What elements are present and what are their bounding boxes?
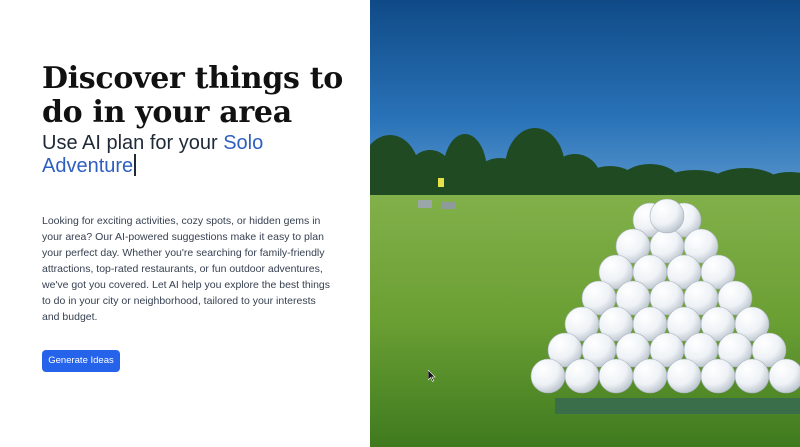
- golf-ball: [768, 358, 800, 394]
- subtitle-prefix: Use AI plan for your: [42, 132, 224, 154]
- golf-ball: [564, 358, 600, 394]
- mouse-pointer-icon: [428, 370, 436, 382]
- golf-ball: [598, 358, 634, 394]
- golf-ball: [666, 358, 702, 394]
- hero-text-panel: Discover things to do in your area Use A…: [0, 0, 370, 447]
- hero-subtitle: Use AI plan for your Solo Adventure: [42, 132, 352, 177]
- golf-ball: [649, 198, 685, 234]
- page-title: Discover things to do in your area: [42, 61, 344, 131]
- generate-ideas-button[interactable]: Generate Ideas: [42, 350, 120, 372]
- typing-caret: [134, 154, 136, 176]
- golf-ball: [530, 358, 566, 394]
- golf-ball: [700, 358, 736, 394]
- golf-ball: [632, 358, 668, 394]
- golf-ball: [734, 358, 770, 394]
- hero-description: Looking for exciting activities, cozy sp…: [42, 214, 331, 323]
